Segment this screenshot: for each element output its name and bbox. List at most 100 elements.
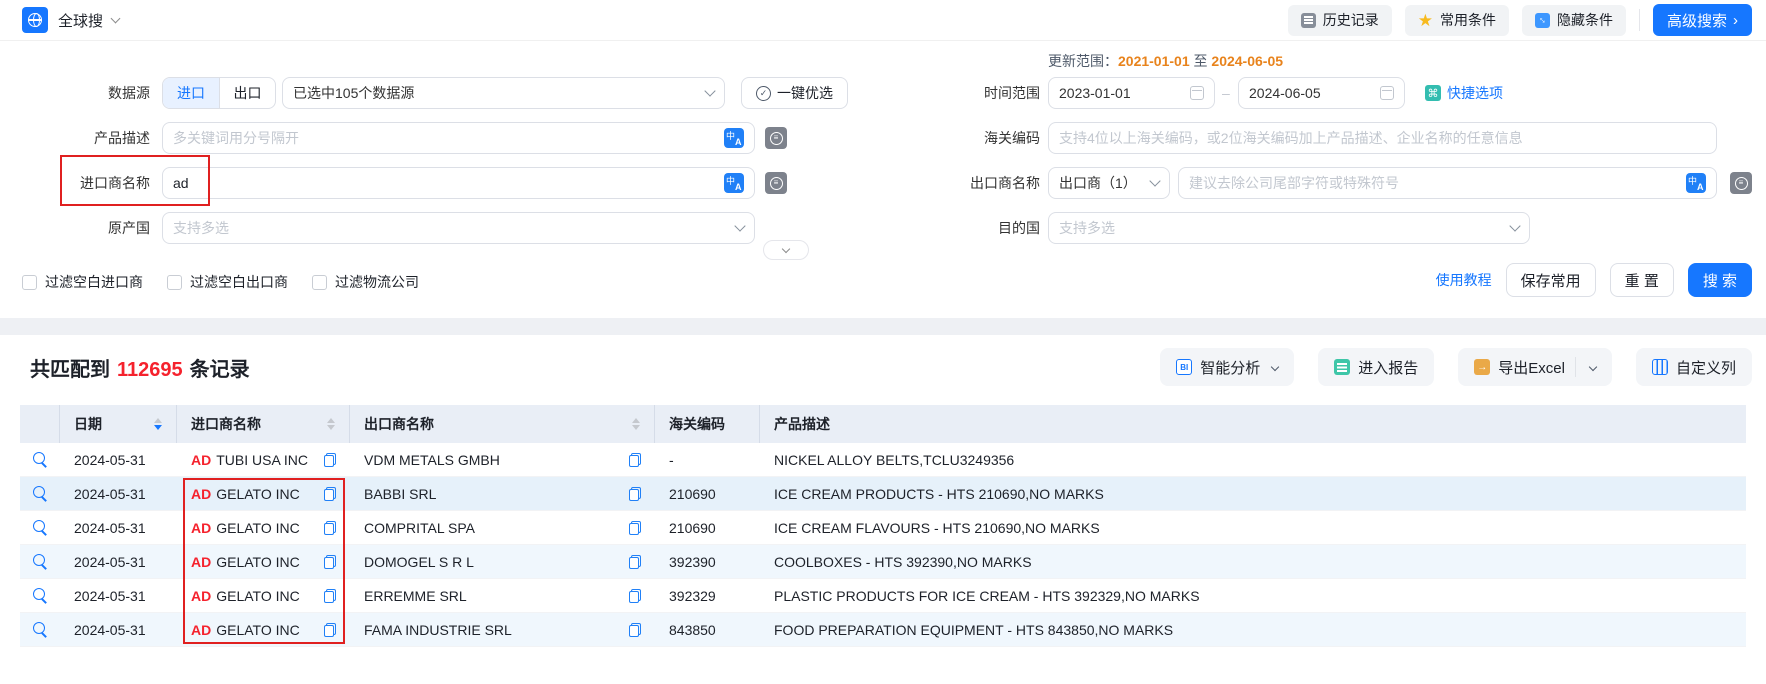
sort-importer[interactable] [319, 418, 335, 430]
chevron-down-icon[interactable] [1589, 363, 1597, 371]
table-row[interactable]: 2024-05-31 AD GELATO INC DOMOGEL S R L 3… [20, 545, 1746, 579]
checkbox-filter-blank-importer[interactable]: 过滤空白进口商 [22, 272, 143, 292]
table-body: 2024-05-31 AD TUBI USA INC VDM METALS GM… [20, 443, 1746, 647]
exporter-type-value: 出口商（1） [1059, 173, 1137, 193]
exporter-name-input[interactable] [1189, 175, 1678, 191]
copy-icon[interactable] [324, 623, 336, 637]
data-source-select[interactable]: 已选中105个数据源 [282, 77, 725, 109]
header-exporter[interactable]: 出口商名称 [350, 405, 655, 443]
hide-conditions-button[interactable]: ↕ 隐藏条件 [1522, 5, 1626, 36]
importer-name-input[interactable] [173, 175, 716, 191]
header-date[interactable]: 日期 [60, 405, 177, 443]
cell-importer: AD TUBI USA INC [177, 443, 350, 476]
view-detail-icon[interactable] [33, 452, 48, 467]
exclude-filter-icon[interactable]: ≡ [765, 172, 787, 194]
cell-importer: AD GELATO INC [177, 545, 350, 578]
exporter-name-field[interactable] [1178, 167, 1717, 199]
exporter-name: ERREMME SRL [364, 588, 467, 604]
hs-code-label: 海关编码 [890, 122, 1040, 154]
checkbox-filter-logistics[interactable]: 过滤物流公司 [312, 272, 419, 292]
one-click-optimize-button[interactable]: ✓ 一键优选 [741, 77, 848, 109]
view-detail-icon[interactable] [33, 486, 48, 501]
importer-name: GELATO INC [216, 520, 300, 536]
topbar-actions: 历史记录 ★ 常用条件 ↕ 隐藏条件 高级搜索 › [1288, 4, 1752, 36]
chevron-down-icon[interactable] [111, 13, 121, 23]
copy-icon[interactable] [324, 555, 336, 569]
importer-name-field[interactable] [162, 167, 755, 199]
favorites-button[interactable]: ★ 常用条件 [1405, 5, 1509, 36]
translate-icon[interactable] [724, 173, 744, 193]
collapse-form-button[interactable] [763, 240, 809, 260]
cell-date: 2024-05-31 [60, 579, 177, 612]
exclude-filter-icon[interactable]: ≡ [765, 127, 787, 149]
translate-icon[interactable] [1686, 173, 1706, 193]
date-end-input[interactable]: 2024-06-05 [1238, 77, 1405, 109]
copy-icon[interactable] [629, 521, 641, 535]
origin-country-select[interactable]: 支持多选 [162, 212, 755, 244]
globe-icon [28, 13, 42, 27]
results-count-title: 共匹配到112695条记录 [30, 353, 250, 382]
tab-import[interactable]: 进口 [163, 78, 219, 108]
update-range-label: 更新范围： [1048, 53, 1118, 69]
table-row[interactable]: 2024-05-31 AD GELATO INC ERREMME SRL 392… [20, 579, 1746, 613]
quick-options-label: 快捷选项 [1447, 83, 1503, 103]
sort-exporter[interactable] [624, 418, 640, 430]
copy-icon[interactable] [629, 555, 641, 569]
cell-hs: 392329 [655, 579, 760, 612]
tutorial-link[interactable]: 使用教程 [1436, 270, 1492, 290]
checkbox-filter-blank-exporter[interactable]: 过滤空白出口商 [167, 272, 288, 292]
copy-icon[interactable] [629, 623, 641, 637]
advanced-search-button[interactable]: 高级搜索 › [1653, 4, 1752, 36]
reset-button[interactable]: 重 置 [1610, 263, 1674, 297]
hs-code-input[interactable] [1059, 130, 1706, 146]
excel-export-icon: → [1474, 359, 1490, 375]
product-desc-field[interactable] [162, 122, 755, 154]
history-button[interactable]: 历史记录 [1288, 5, 1392, 36]
table-row[interactable]: 2024-05-31 AD GELATO INC FAMA INDUSTRIE … [20, 613, 1746, 647]
table-row[interactable]: 2024-05-31 AD GELATO INC BABBI SRL 21069… [20, 477, 1746, 511]
product-desc-input[interactable] [173, 130, 716, 146]
table-row[interactable]: 2024-05-31 AD TUBI USA INC VDM METALS GM… [20, 443, 1746, 477]
copy-icon[interactable] [629, 453, 641, 467]
translate-icon[interactable] [724, 128, 744, 148]
calendar-icon [1190, 86, 1204, 100]
smart-analysis-button[interactable]: BI 智能分析 [1160, 348, 1294, 386]
sort-date[interactable] [146, 418, 162, 430]
enter-report-button[interactable]: 进入报告 [1318, 348, 1434, 386]
copy-icon[interactable] [324, 453, 336, 467]
exclude-filter-icon[interactable]: ≡ [1730, 172, 1752, 194]
tab-export[interactable]: 出口 [219, 78, 275, 108]
table-row[interactable]: 2024-05-31 AD GELATO INC COMPRITAL SPA 2… [20, 511, 1746, 545]
quick-options-link[interactable]: ⌘ 快捷选项 [1425, 77, 1503, 109]
view-detail-icon[interactable] [33, 588, 48, 603]
checkbox-icon [22, 275, 37, 290]
exporter-type-select[interactable]: 出口商（1） [1048, 167, 1170, 199]
checkbox-label: 过滤空白出口商 [190, 272, 288, 292]
hs-code-field[interactable] [1048, 122, 1717, 154]
cell-actions [20, 477, 60, 510]
copy-icon[interactable] [629, 487, 641, 501]
date-start-input[interactable]: 2023-01-01 [1048, 77, 1215, 109]
cell-desc: PLASTIC PRODUCTS FOR ICE CREAM - HTS 392… [760, 579, 1746, 612]
copy-icon[interactable] [324, 521, 336, 535]
view-detail-icon[interactable] [33, 554, 48, 569]
chevron-down-icon [1149, 175, 1160, 186]
view-detail-icon[interactable] [33, 520, 48, 535]
copy-icon[interactable] [324, 589, 336, 603]
custom-columns-button[interactable]: 自定义列 [1636, 348, 1752, 386]
importer-highlight: AD [191, 588, 211, 604]
app-title: 全球搜 [58, 10, 103, 31]
cell-date: 2024-05-31 [60, 443, 177, 476]
origin-country-placeholder: 支持多选 [173, 218, 229, 238]
export-excel-button[interactable]: → 导出Excel [1458, 348, 1612, 386]
copy-icon[interactable] [324, 487, 336, 501]
save-common-button[interactable]: 保存常用 [1506, 263, 1596, 297]
importer-name-label: 进口商名称 [0, 167, 150, 199]
copy-icon[interactable] [629, 589, 641, 603]
view-detail-icon[interactable] [33, 622, 48, 637]
dest-country-select[interactable]: 支持多选 [1048, 212, 1530, 244]
search-button[interactable]: 搜 索 [1688, 263, 1752, 297]
header-importer[interactable]: 进口商名称 [177, 405, 350, 443]
collapse-icon: ↕ [1535, 13, 1550, 28]
date-start-value: 2023-01-01 [1059, 85, 1131, 101]
